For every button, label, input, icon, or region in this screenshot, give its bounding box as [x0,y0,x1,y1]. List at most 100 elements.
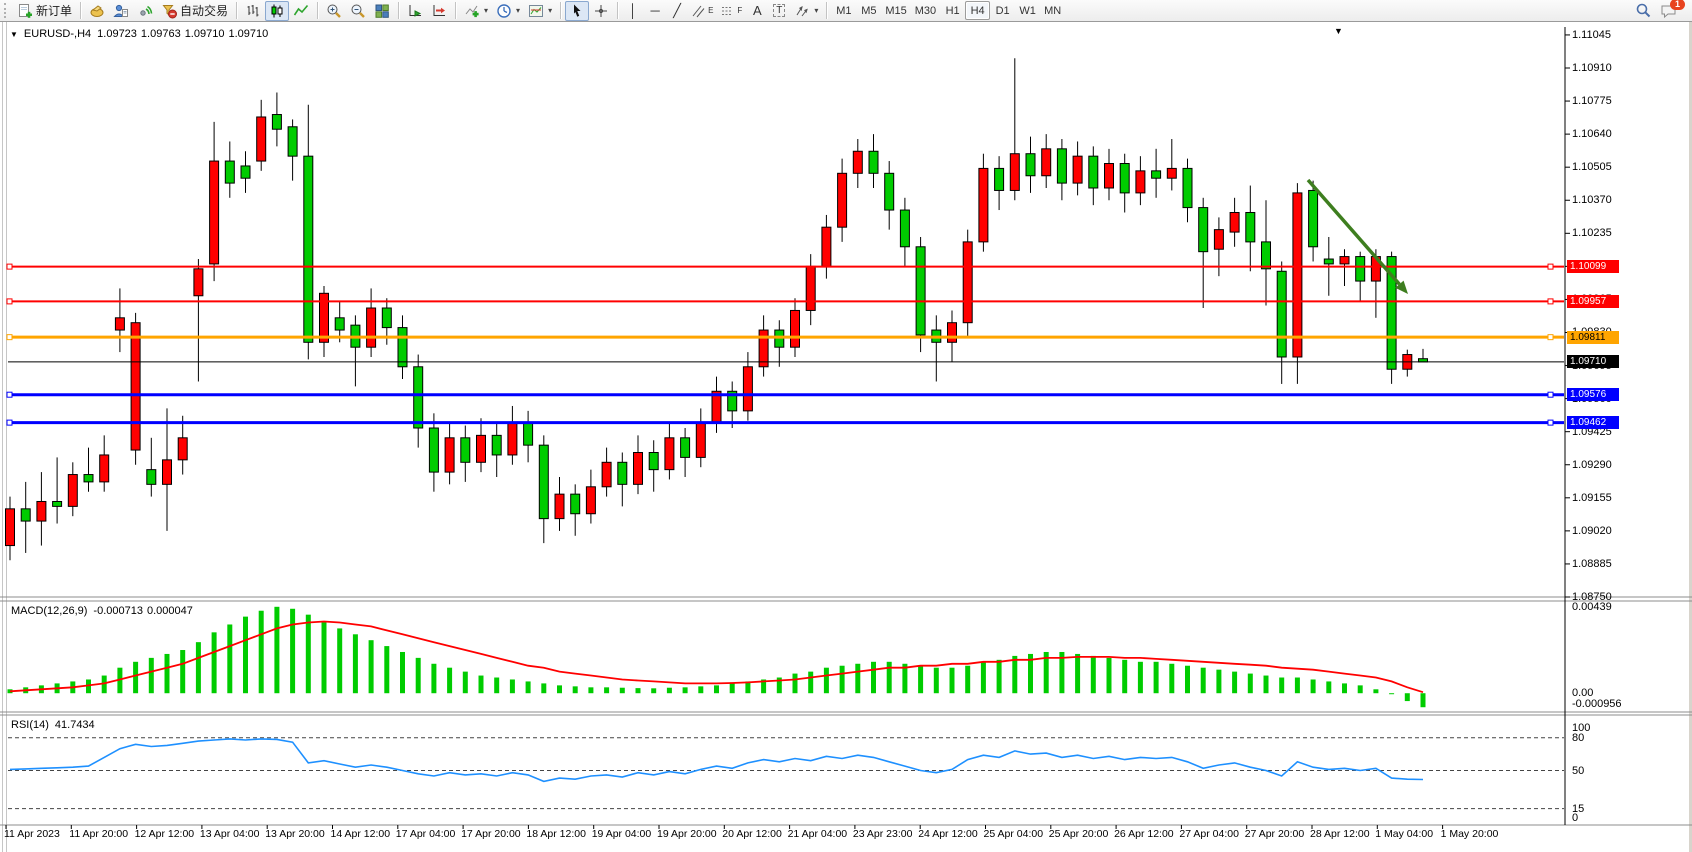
autotrading-button[interactable]: 自动交易 [157,1,232,21]
chart-window[interactable]: ▼ EURUSD-,H4 1.09723 1.09763 1.09710 1.0… [0,22,1692,852]
text-tool-button[interactable]: A [746,1,768,21]
line-anchor[interactable] [1548,392,1553,397]
candle-body[interactable] [649,453,658,470]
candle-body[interactable] [304,156,313,342]
candle-body[interactable] [53,501,62,506]
candle-body[interactable] [1214,230,1223,250]
tile-windows-button[interactable] [370,1,394,21]
candle-body[interactable] [492,435,501,455]
candle-body[interactable] [634,453,643,485]
candle-body[interactable] [618,462,627,484]
symbol-dropdown-icon[interactable]: ▼ [10,30,18,39]
candle-body[interactable] [995,168,1004,190]
candle-body[interactable] [571,494,580,514]
timeframe-m5[interactable]: M5 [856,1,881,20]
candle-body[interactable] [1057,149,1066,183]
candle-body[interactable] [445,438,454,472]
chart-shift-marker[interactable]: ▼ [1334,26,1343,36]
line-chart-button[interactable] [289,1,313,21]
candle-body[interactable] [963,242,972,323]
candle-body[interactable] [806,266,815,310]
candle-body[interactable] [163,460,172,484]
candle-body[interactable] [1010,154,1019,191]
trend-arrow-object[interactable] [1308,180,1399,284]
indicators-button[interactable]: ▾ [460,1,492,21]
candlestick-chart-button[interactable] [265,1,289,21]
line-anchor[interactable] [7,264,12,269]
chart-shift-button[interactable] [427,1,451,21]
timeframe-h4[interactable]: H4 [965,1,990,20]
candle-body[interactable] [1089,156,1098,188]
candle-body[interactable] [382,308,391,328]
candle-body[interactable] [1026,154,1035,176]
candle-body[interactable] [68,475,77,507]
candle-body[interactable] [853,151,862,173]
candle-body[interactable] [414,367,423,428]
candle-body[interactable] [429,428,438,472]
candle-body[interactable] [194,269,203,296]
candle-body[interactable] [241,166,250,178]
candle-body[interactable] [555,494,564,518]
horizontal-line-tool-button[interactable]: ─ [644,1,666,21]
line-anchor[interactable] [7,299,12,304]
timeframe-h1[interactable]: H1 [940,1,965,20]
candle-body[interactable] [1293,193,1302,357]
candle-body[interactable] [524,423,533,445]
label-tool-button[interactable]: T [768,1,790,21]
candle-body[interactable] [1262,242,1271,269]
candle-body[interactable] [602,462,611,486]
candle-body[interactable] [681,438,690,458]
candle-body[interactable] [115,318,124,330]
candle-body[interactable] [225,161,234,183]
timeframe-m1[interactable]: M1 [831,1,856,20]
timeframe-m15[interactable]: M15 [881,1,910,20]
candle-body[interactable] [586,487,595,514]
new-order-button[interactable]: 新订单 [13,1,76,21]
candle-body[interactable] [21,509,30,521]
profile-button[interactable] [109,1,133,21]
candle-body[interactable] [759,330,768,367]
chat-button[interactable]: 1 [1656,1,1682,21]
periods-button[interactable]: ▾ [492,1,524,21]
candle-body[interactable] [838,173,847,227]
candle-body[interactable] [257,117,266,161]
candle-body[interactable] [1152,171,1161,178]
templates-button[interactable]: ▾ [524,1,556,21]
candle-body[interactable] [1309,190,1318,246]
candle-body[interactable] [335,318,344,330]
candle-body[interactable] [1356,257,1365,281]
candle-body[interactable] [1120,164,1129,193]
candle-body[interactable] [6,509,15,546]
channel-tool-button[interactable]: E [688,1,717,21]
line-anchor[interactable] [1548,299,1553,304]
candle-body[interactable] [869,151,878,173]
candle-body[interactable] [665,438,674,470]
cursor-tool-button[interactable] [565,1,589,21]
candle-body[interactable] [916,247,925,335]
line-anchor[interactable] [1548,420,1553,425]
candle-body[interactable] [1230,212,1239,232]
candle-body[interactable] [1073,156,1082,183]
candle-body[interactable] [1105,164,1114,188]
candle-body[interactable] [477,435,486,462]
market-watch-button[interactable] [85,1,109,21]
candle-body[interactable] [1246,212,1255,241]
candle-body[interactable] [791,310,800,347]
candle-body[interactable] [210,161,219,264]
line-anchor[interactable] [7,392,12,397]
candle-body[interactable] [979,168,988,241]
line-anchor[interactable] [7,335,12,340]
timeframe-d1[interactable]: D1 [990,1,1015,20]
timeframe-m30[interactable]: M30 [911,1,940,20]
candle-body[interactable] [1042,149,1051,176]
candle-body[interactable] [131,323,140,450]
candle-body[interactable] [822,227,831,266]
candle-body[interactable] [1340,257,1349,264]
candle-body[interactable] [1277,271,1286,357]
search-button[interactable] [1631,1,1656,21]
timeframe-w1[interactable]: W1 [1015,1,1040,20]
candle-body[interactable] [100,455,109,482]
candle-body[interactable] [367,308,376,347]
candle-body[interactable] [508,423,517,455]
timeframe-mn[interactable]: MN [1040,1,1065,20]
